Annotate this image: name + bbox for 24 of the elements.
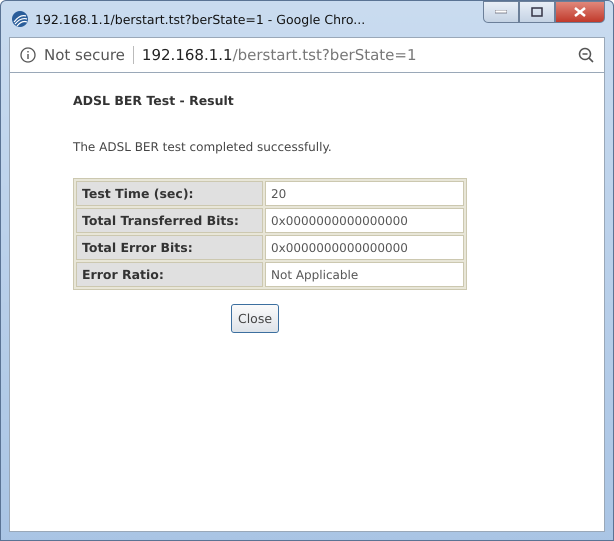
minimize-button[interactable] [483,1,519,23]
row-value: Not Applicable [265,262,464,287]
status-message: The ADSL BER test completed successfully. [73,140,333,154]
info-icon[interactable] [20,47,36,63]
minimize-icon [495,10,507,14]
zoom-out-icon[interactable] [578,47,594,63]
row-value: 0x0000000000000000 [265,208,464,233]
page-heading: ADSL BER Test - Result [73,93,235,108]
url-text: 192.168.1.1/berstart.tst?berState=1 [142,46,418,64]
window-title: 192.168.1.1/berstart.tst?berState=1 - Google Chro... [35,12,366,26]
row-value: 0x0000000000000000 [265,235,464,260]
maximize-button[interactable] [519,1,555,23]
security-label: Not secure [44,46,125,64]
close-icon [574,7,586,17]
maximize-icon [531,7,543,17]
row-label: Error Ratio: [76,262,263,287]
close-window-button[interactable] [555,1,605,23]
close-button[interactable]: Close [230,304,280,333]
row-label: Test Time (sec): [76,181,263,206]
globe-icon [11,10,29,28]
row-value: 20 [265,181,464,206]
row-label: Total Error Bits: [76,235,263,260]
row-label: Total Transferred Bits: [76,208,263,233]
address-bar[interactable]: Not secure 192.168.1.1/berstart.tst?berState=1 [9,37,605,73]
